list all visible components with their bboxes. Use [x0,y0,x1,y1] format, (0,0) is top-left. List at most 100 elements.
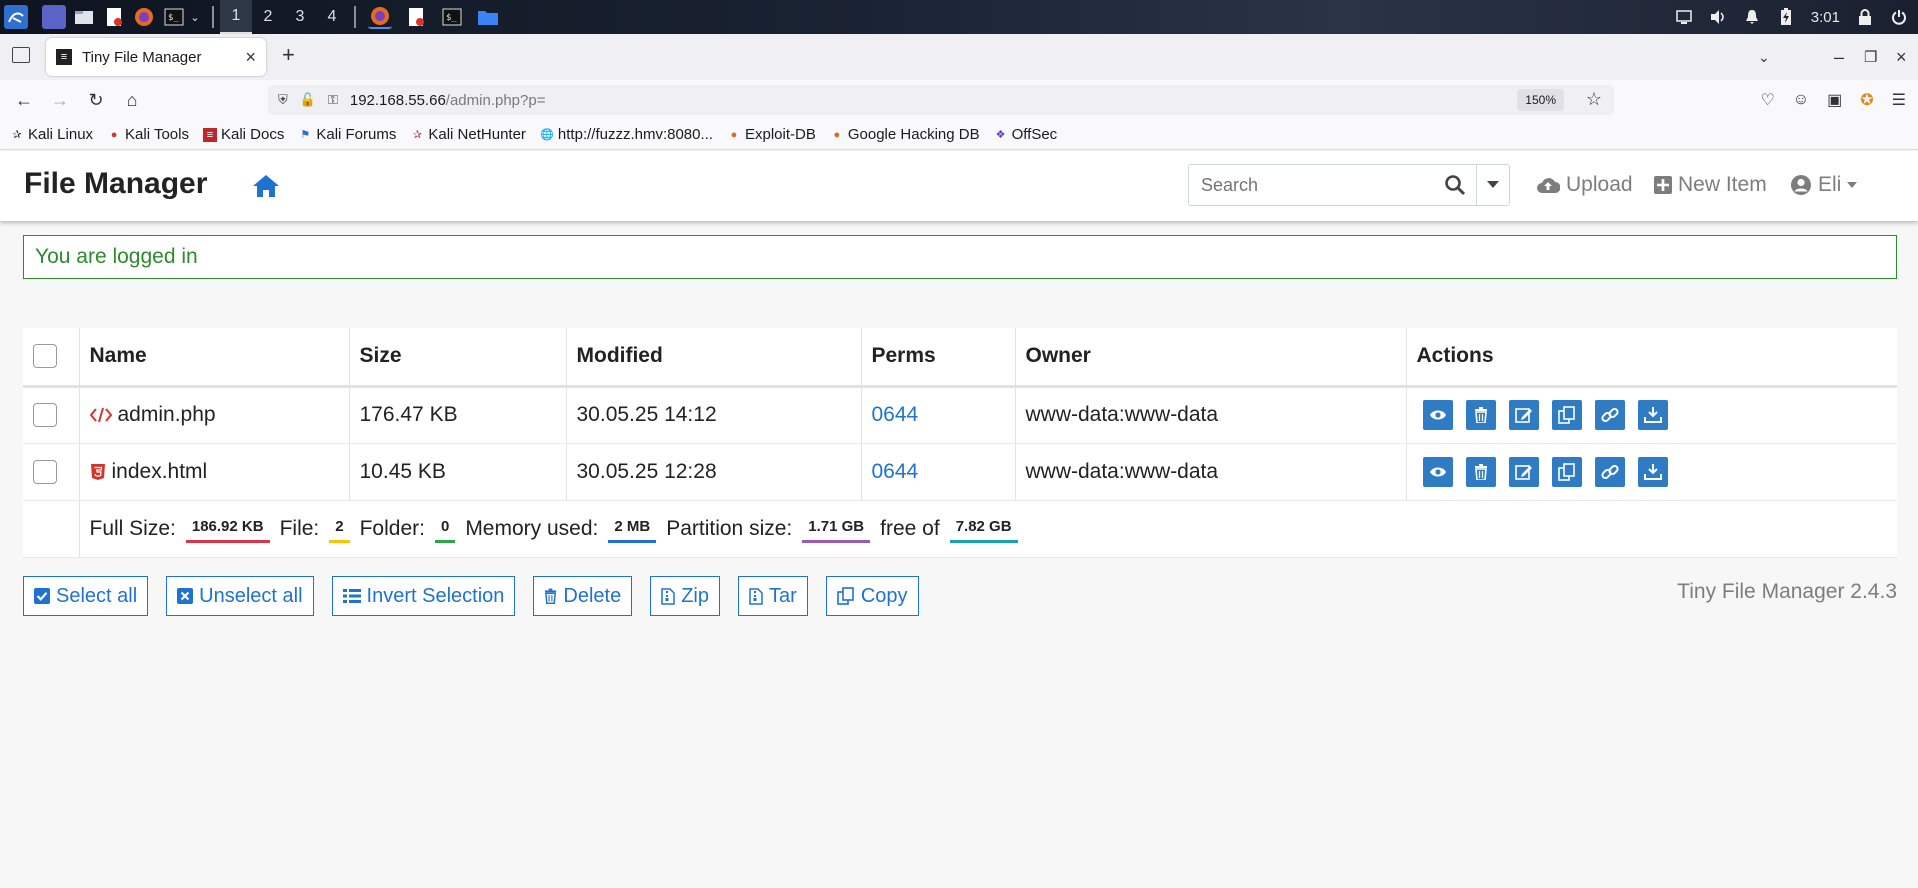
invert-selection-button[interactable]: Invert Selection [331,576,516,616]
delete-button[interactable] [1465,400,1496,430]
nethunter-icon: ✰ [412,129,422,141]
close-icon[interactable]: × [245,47,256,68]
view-button[interactable] [1422,456,1453,487]
new-tab-button[interactable]: + [282,42,295,68]
download-button[interactable] [1637,456,1668,487]
clock[interactable]: 3:01 [1811,9,1840,26]
workspace-3[interactable]: 3 [284,0,316,34]
insecure-lock-icon[interactable]: 🔓 [300,92,316,108]
system-tray: 3:01 [1675,0,1908,34]
copy-button[interactable] [1551,456,1582,487]
window-close-button[interactable]: × [1896,34,1907,80]
battery-icon[interactable] [1777,8,1795,26]
bookmark-offsec[interactable]: ❖ OffSec [994,126,1058,143]
column-header-size[interactable]: Size [349,328,567,388]
globe-icon: 🌐 [540,129,554,141]
bookmark-star-icon[interactable]: ☆ [1586,89,1602,110]
pocket-icon[interactable]: ♡ [1760,90,1774,110]
reload-button[interactable]: ↻ [78,82,114,118]
select-all-checkbox[interactable] [33,344,57,369]
text-editor-window-icon[interactable] [404,5,428,29]
zip-button[interactable]: Zip [650,576,721,616]
workspace-4[interactable]: 4 [316,0,348,34]
delete-button[interactable] [1465,456,1496,487]
download-button[interactable] [1637,400,1668,430]
workspace-2[interactable]: 2 [252,0,284,34]
link-button[interactable] [1594,400,1625,430]
unselect-all-button[interactable]: Unselect all [166,576,314,616]
file-name-link[interactable]: admin.php [118,403,216,427]
bookmark-kali-forums[interactable]: ⚑ Kali Forums [298,126,396,143]
link-button[interactable] [1594,456,1625,487]
notification-bell-icon[interactable] [1743,8,1761,26]
column-header-owner[interactable]: Owner [1015,328,1407,388]
column-header-modified[interactable]: Modified [566,328,862,388]
folder-window-icon[interactable] [476,5,500,29]
volume-icon[interactable] [1709,8,1727,26]
forward-button[interactable]: → [42,82,78,118]
account-icon[interactable]: ☺ [1793,91,1809,109]
edit-button[interactable] [1508,456,1539,487]
list-tabs-button[interactable]: ⌄ [1758,34,1770,80]
row-checkbox[interactable] [33,459,57,484]
search-icon[interactable] [1434,165,1475,205]
key-icon[interactable]: ⚿ [328,92,338,108]
back-button[interactable]: ← [6,82,42,118]
chevron-down-icon[interactable]: ⌄ [188,5,202,29]
bookmark-kali-nethunter[interactable]: ✰ Kali NetHunter [410,126,526,143]
bookmark-google-hacking-db[interactable]: ● Google Hacking DB [830,126,980,143]
restore-button[interactable]: ❐ [1864,34,1877,80]
tab-overview-icon[interactable] [12,47,30,63]
terminal-icon[interactable]: $_ [162,5,186,29]
shield-icon[interactable]: ⛨ [278,92,288,108]
bookmark-fuzzz[interactable]: 🌐 http://fuzzz.hmv:8080... [540,126,713,143]
perms-link[interactable]: 0644 [872,403,919,426]
zoom-indicator[interactable]: 150% [1517,89,1564,111]
power-icon[interactable] [1890,8,1908,26]
firefox-icon[interactable] [132,5,156,29]
menu-icon[interactable]: ☰ [1892,90,1906,110]
bookmark-exploit-db[interactable]: ● Exploit-DB [727,126,816,143]
lock-icon[interactable] [1856,8,1874,26]
workspace-1[interactable]: 1 [220,0,252,34]
bookmark-kali-linux[interactable]: ✰ Kali Linux [10,126,93,143]
file-name-link[interactable]: index.html [112,460,208,484]
extension-fox-icon[interactable]: ✪ [1860,90,1873,110]
terminal-window-icon[interactable]: $_ [440,5,464,29]
table-row: admin.php 176.47 KB 30.05.25 14:12 0644 … [23,386,1897,444]
copy-button[interactable] [1551,400,1582,430]
search-dropdown-button[interactable] [1475,165,1509,205]
file-manager-icon[interactable] [72,5,96,29]
select-all-button[interactable]: Select all [23,576,149,616]
minimize-button[interactable]: – [1834,34,1844,80]
user-menu[interactable]: Eli [1790,173,1858,197]
new-item-link[interactable]: New Item [1654,173,1767,197]
bookmark-kali-tools[interactable]: ● Kali Tools [107,126,189,143]
perms-link[interactable]: 0644 [872,460,919,483]
brand-title[interactable]: File Manager [24,167,207,201]
edit-icon [1514,408,1532,423]
bookmark-kali-docs[interactable]: ≡ Kali Docs [202,126,284,143]
view-button[interactable] [1422,400,1453,430]
text-editor-icon[interactable] [102,5,126,29]
kali-menu-icon[interactable] [4,5,28,29]
home-button[interactable]: ⌂ [114,82,150,118]
column-header-perms[interactable]: Perms [861,328,1016,388]
search-input[interactable] [1189,165,1435,205]
extensions-icon[interactable]: ▣ [1827,90,1842,110]
copy-icon [837,587,854,605]
edit-button[interactable] [1508,400,1539,430]
column-header-name[interactable]: Name [79,328,350,388]
row-checkbox[interactable] [33,403,57,428]
firefox-window-icon[interactable] [368,5,392,29]
bulk-delete-button[interactable]: Delete [533,576,633,616]
display-icon[interactable] [1675,8,1693,26]
desktop-icon[interactable] [42,5,66,29]
bulk-copy-button[interactable]: Copy [825,576,919,616]
home-icon[interactable] [252,173,280,199]
file-count-badge: 2 [329,515,350,543]
browser-tab[interactable]: ≡ Tiny File Manager × [46,38,266,76]
upload-link[interactable]: Upload [1536,173,1633,197]
url-bar[interactable]: ⛨ 🔓 ⚿ 192.168.55.66/admin.php?p= 150% ☆ [268,85,1614,115]
tar-button[interactable]: Tar [738,576,808,616]
